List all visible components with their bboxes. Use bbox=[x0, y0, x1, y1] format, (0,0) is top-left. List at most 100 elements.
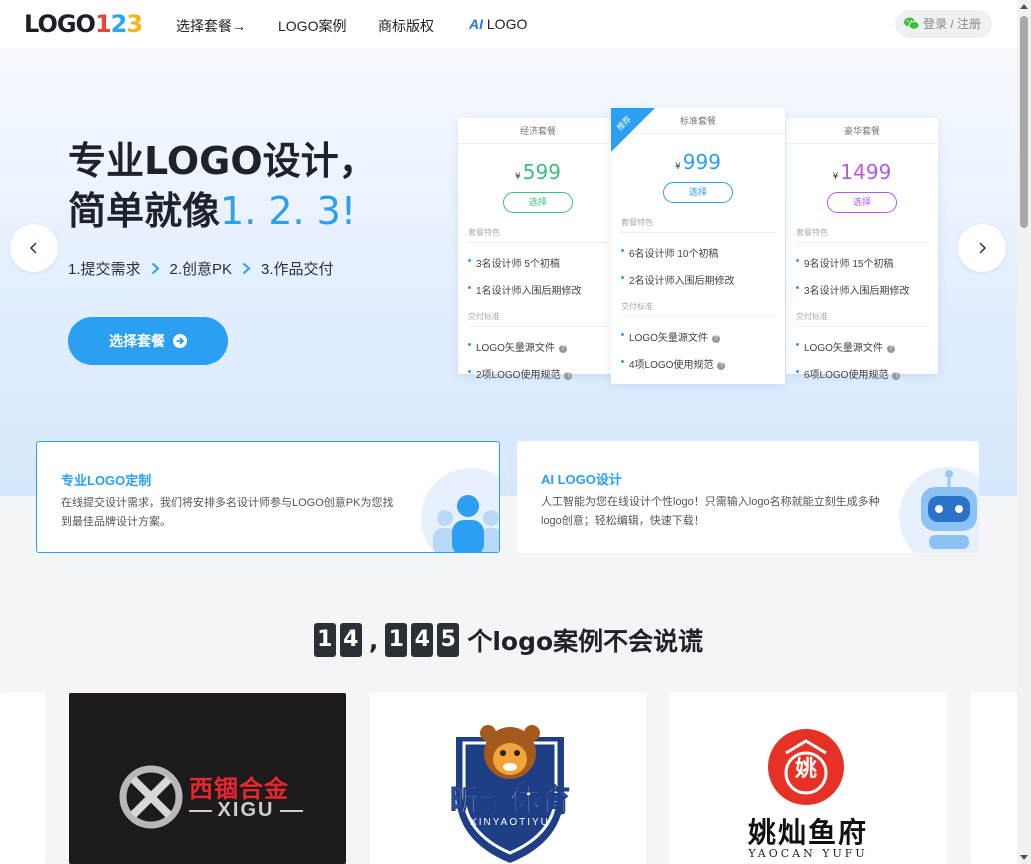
plan-delivery: LOGO矢量源文件? bbox=[468, 339, 608, 354]
delivery-text: LOGO矢量源文件 bbox=[476, 343, 555, 354]
hero-title: 专业LOGO设计， 简单就像1. 2. 3! bbox=[68, 136, 377, 236]
plan-card-luxury: 豪华套餐 ¥1499 选择 套餐特色 9名设计师 15个初稿 3名设计师入围后期… bbox=[786, 118, 938, 381]
plan-price: ¥999 bbox=[611, 150, 785, 174]
counter-separator: , bbox=[368, 625, 379, 655]
features-title: 套餐特色 bbox=[796, 227, 928, 243]
carousel-prev-button[interactable] bbox=[10, 224, 58, 272]
plan-card-economy: 经济套餐 ¥599 选择 套餐特色 3名设计师 5个初稿 1名设计师入围后期修改… bbox=[458, 118, 618, 381]
currency-symbol: ¥ bbox=[675, 162, 681, 172]
delivery-text: LOGO矢量源文件 bbox=[804, 343, 883, 354]
page-scrollbar[interactable] bbox=[1017, 0, 1031, 864]
case-card-partial[interactable] bbox=[0, 693, 45, 864]
plan-price: ¥599 bbox=[458, 160, 618, 184]
feature-card-custom-logo[interactable]: 专业LOGO定制 在线提交设计需求，我们将安排多名设计师参与LOGO创意PK为您… bbox=[36, 441, 500, 553]
scroll-up-arrow-icon[interactable] bbox=[1020, 4, 1028, 9]
carousel-next-button[interactable] bbox=[958, 224, 1006, 272]
site-logo[interactable]: LOGO123 bbox=[24, 10, 143, 38]
plan-feature: 3名设计师入围后期修改 bbox=[796, 282, 928, 297]
nav-trademark[interactable]: 商标版权 bbox=[378, 16, 434, 36]
scroll-down-arrow-icon[interactable] bbox=[1020, 855, 1028, 860]
scrollbar-thumb[interactable] bbox=[1020, 16, 1028, 228]
delivery-text: 4项LOGO使用规范 bbox=[629, 360, 714, 371]
select-plan-button[interactable]: 选择套餐 bbox=[68, 317, 228, 365]
step-2: 2.创意PK bbox=[169, 261, 233, 278]
delivery-title: 交付标准 bbox=[796, 311, 928, 327]
plan-select-button[interactable]: 选择 bbox=[827, 192, 897, 213]
feature-title: 专业LOGO定制 bbox=[61, 473, 152, 488]
price-value: 599 bbox=[522, 160, 561, 184]
chevron-right-icon bbox=[151, 262, 160, 275]
designers-group-icon bbox=[421, 468, 499, 552]
counter-digit: 1 bbox=[385, 623, 408, 657]
counter-digit: 4 bbox=[411, 623, 434, 657]
nav-select-plan[interactable]: 选择套餐→ bbox=[176, 16, 246, 36]
case-counter: 1 4 , 1 4 5 个logo案例不会说谎 bbox=[0, 622, 1017, 658]
case-card-xigu[interactable]: 西锢合金 XIGU bbox=[69, 693, 346, 864]
nav-ai-logo-label: LOGO bbox=[486, 16, 528, 32]
plan-delivery: LOGO矢量源文件? bbox=[796, 339, 928, 354]
logo-digit: 1 bbox=[94, 10, 112, 38]
recommended-badge: 推荐 bbox=[611, 108, 655, 152]
arrow-circle-right-icon bbox=[173, 334, 187, 348]
help-icon[interactable]: ? bbox=[711, 335, 720, 343]
currency-symbol: ¥ bbox=[515, 172, 521, 182]
hero-title-line2: 简单就像1. 2. 3! bbox=[68, 186, 377, 236]
robot-icon bbox=[899, 467, 979, 553]
delivery-text: 6项LOGO使用规范 bbox=[804, 370, 889, 381]
nav-logo-cases[interactable]: LOGO案例 bbox=[278, 16, 346, 36]
counter-caption: 个logo案例不会说谎 bbox=[467, 627, 704, 656]
currency-symbol: ¥ bbox=[832, 172, 839, 182]
step-3: 3.作品交付 bbox=[261, 261, 334, 278]
features-title: 套餐特色 bbox=[468, 227, 608, 243]
delivery-title: 交付标准 bbox=[468, 311, 608, 327]
step-1: 1.提交需求 bbox=[68, 261, 141, 278]
logo-digit: 3 bbox=[126, 10, 143, 38]
case-brand-sub: XIGU bbox=[189, 799, 303, 822]
plan-delivery: 6项LOGO使用规范? bbox=[796, 366, 928, 381]
case-seal-text: 姚 bbox=[794, 756, 817, 781]
process-steps: 1.提交需求 2.创意PK 3.作品交付 bbox=[68, 258, 334, 279]
login-register-button[interactable]: 登录 / 注册 bbox=[895, 10, 992, 38]
counter-digit: 5 bbox=[437, 623, 460, 657]
case-card-partial[interactable] bbox=[971, 693, 1017, 864]
case-brand-name: 姚灿鱼府 bbox=[747, 816, 868, 849]
plan-select-button[interactable]: 选择 bbox=[503, 192, 573, 213]
plan-feature: 3名设计师 5个初稿 bbox=[468, 255, 608, 270]
case-brand-sub: XINYAOTIYU bbox=[470, 817, 550, 828]
price-value: 1499 bbox=[840, 160, 892, 184]
plan-select-button[interactable]: 选择 bbox=[663, 182, 733, 203]
help-icon[interactable]: ? bbox=[558, 345, 567, 353]
help-icon[interactable]: ? bbox=[892, 372, 901, 380]
plan-name: 豪华套餐 bbox=[786, 118, 938, 144]
case-card-xinyao[interactable]: 昕耀体育 XINYAOTIYU bbox=[370, 693, 646, 864]
delivery-title: 交付标准 bbox=[621, 301, 775, 317]
nav-ai-logo[interactable]: AI LOGO bbox=[469, 16, 527, 32]
wechat-icon bbox=[904, 17, 919, 30]
chevron-left-icon bbox=[29, 242, 37, 254]
plan-feature: 1名设计师入围后期修改 bbox=[468, 282, 608, 297]
top-nav-bar: LOGO123 选择套餐→ LOGO案例 商标版权 AI LOGO 登录 / 注… bbox=[0, 0, 1017, 48]
plan-delivery: 2项LOGO使用规范? bbox=[468, 366, 608, 381]
help-icon[interactable]: ? bbox=[886, 345, 895, 353]
plan-delivery: 4项LOGO使用规范? bbox=[621, 356, 775, 371]
plan-card-standard: 推荐 标准套餐 ¥999 选择 套餐特色 6名设计师 10个初稿 2名设计师入围… bbox=[611, 108, 785, 384]
help-icon[interactable]: ? bbox=[564, 372, 573, 380]
counter-digit: 1 bbox=[313, 623, 336, 657]
feature-card-ai-logo[interactable]: AI LOGO设计 人工智能为您在线设计个性logo！只需输入logo名称就能立… bbox=[517, 441, 979, 553]
features-title: 套餐特色 bbox=[621, 217, 775, 233]
hero-title-line1: 专业LOGO设计， bbox=[68, 139, 377, 183]
case-brand-sub-text: XIGU bbox=[217, 799, 275, 821]
help-icon[interactable]: ? bbox=[717, 362, 726, 370]
feature-desc: 人工智能为您在线设计个性logo！只需输入logo名称就能立刻生成多种logo创… bbox=[541, 496, 880, 527]
plan-price: ¥1499 bbox=[786, 160, 938, 184]
plan-name: 经济套餐 bbox=[458, 118, 618, 144]
case-brand-sub: YAOCAN YUFU bbox=[748, 847, 868, 860]
delivery-text: 2项LOGO使用规范 bbox=[476, 370, 561, 381]
chevron-right-icon bbox=[979, 242, 987, 254]
badge-text: 推荐 bbox=[615, 114, 633, 133]
divider bbox=[280, 809, 303, 812]
divider bbox=[189, 809, 212, 812]
login-label: 登录 / 注册 bbox=[923, 17, 982, 31]
case-card-yaocan[interactable]: 姚 姚灿鱼府 YAOCAN YUFU bbox=[669, 693, 947, 864]
plan-delivery: LOGO矢量源文件? bbox=[621, 329, 775, 344]
